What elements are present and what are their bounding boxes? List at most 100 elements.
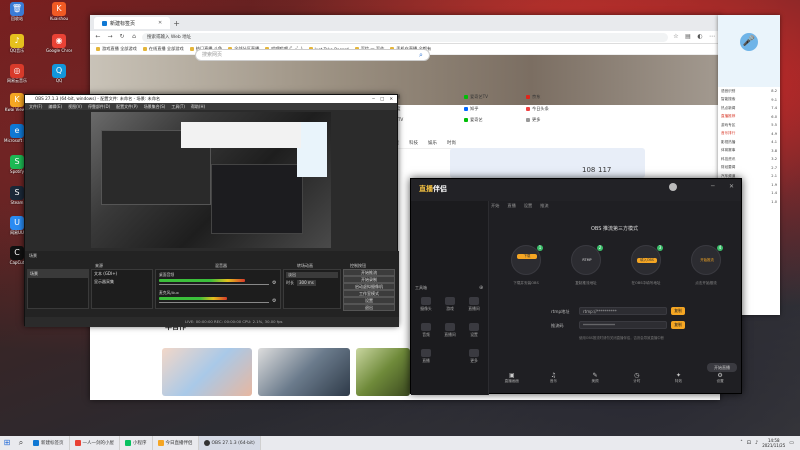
- clock[interactable]: 14:58 2021/11/25: [762, 438, 785, 448]
- sidebar-item[interactable]: 音频: [415, 323, 437, 338]
- menu-item[interactable]: 编辑(E): [48, 103, 62, 110]
- quick-link[interactable]: 知乎: [464, 106, 478, 112]
- news-tab[interactable]: 时尚: [447, 140, 456, 146]
- taskbar-item[interactable]: 一人一剑的小屋: [70, 436, 120, 450]
- studio-mode-button[interactable]: 工作室模式: [343, 290, 395, 297]
- desktop-icon[interactable]: Q QQ: [46, 64, 72, 92]
- sidebar-item[interactable]: 直播间: [439, 323, 461, 338]
- news-tab[interactable]: 科技: [409, 140, 418, 146]
- taskbar-item[interactable]: 小程序: [120, 436, 153, 450]
- avatar[interactable]: [669, 183, 677, 191]
- bookmark[interactable]: 在线直播 全部游戏: [142, 46, 184, 52]
- more-icon[interactable]: ⋯: [708, 33, 716, 41]
- source-item[interactable]: 显示器采集: [92, 278, 152, 286]
- collections-icon[interactable]: ▤: [684, 33, 692, 41]
- obs-preview[interactable]: [91, 112, 331, 248]
- copy-key-button[interactable]: 复制: [671, 321, 685, 329]
- menu-item[interactable]: 文件(F): [29, 103, 42, 110]
- mixer-settings-icon[interactable]: ⚙: [272, 298, 276, 304]
- step-pill[interactable]: 填入OBS: [637, 258, 657, 263]
- step-pill[interactable]: 下载: [517, 254, 537, 259]
- list-item[interactable]: 财经要闻 2.7: [718, 164, 780, 173]
- tool-button[interactable]: ✦ 特效: [668, 372, 688, 384]
- close-icon[interactable]: ✕: [729, 183, 734, 190]
- list-item[interactable]: 科技资讯 3.2: [718, 155, 780, 164]
- bookmark[interactable]: 游戏直播 全部游戏: [96, 46, 137, 52]
- start-recording-button[interactable]: 开始录制: [343, 276, 395, 283]
- companion-tab[interactable]: 直播: [507, 203, 515, 209]
- duration-input[interactable]: 300 ms: [297, 280, 316, 286]
- menu-item[interactable]: 工具(T): [171, 103, 185, 110]
- menu-item[interactable]: 配置文件(P): [116, 103, 138, 110]
- network-icon[interactable]: ⊡: [747, 440, 751, 446]
- tab-close-icon[interactable]: ✕: [158, 20, 162, 26]
- quick-link[interactable]: 爱奇艺: [464, 117, 483, 123]
- menu-item[interactable]: 停靠部件(D): [88, 103, 110, 110]
- volume-slider[interactable]: [159, 302, 269, 303]
- list-item[interactable]: 热点新闻 7.4: [718, 104, 780, 113]
- close-icon[interactable]: ✕: [389, 96, 393, 101]
- weather-card[interactable]: 108 117: [450, 148, 645, 178]
- start-menu-icon[interactable]: ⊞: [0, 436, 14, 450]
- list-item[interactable]: 智能搜索 9.1: [718, 96, 780, 105]
- quick-link[interactable]: 更多: [526, 117, 540, 123]
- feed-thumbnail[interactable]: [356, 348, 410, 396]
- desktop-icon[interactable]: ◉Google Chrome: [46, 34, 72, 62]
- quick-link[interactable]: 爱奇艺TV: [464, 94, 488, 100]
- minimize-icon[interactable]: ─: [372, 96, 375, 101]
- menu-item[interactable]: 帮助(H): [191, 103, 205, 110]
- source-item[interactable]: 文本 (GDI+): [92, 270, 152, 278]
- tool-button[interactable]: ◷ 计时: [627, 372, 647, 384]
- search-icon[interactable]: ⌕: [14, 436, 28, 450]
- companion-tab[interactable]: 设置: [524, 203, 532, 209]
- profile-icon[interactable]: ◐: [696, 33, 704, 41]
- taskbar-item[interactable]: OBS 27.1.3 (64-bit): [198, 436, 261, 450]
- stream-url-field[interactable]: rtmp://**********: [579, 307, 667, 315]
- desktop-icon[interactable]: 🗑 回收站: [4, 2, 30, 30]
- list-item[interactable]: 体育赛事 3.8: [718, 147, 780, 156]
- volume-icon[interactable]: ♪: [755, 440, 758, 446]
- tray-overflow-icon[interactable]: ˄: [740, 440, 743, 446]
- start-live-button[interactable]: 开始直播: [707, 363, 737, 372]
- tool-button[interactable]: ✎ 美颜: [585, 372, 605, 384]
- sidebar-item[interactable]: 摄像头: [415, 297, 437, 312]
- newtab-search-input[interactable]: 搜索网页: [195, 49, 430, 61]
- transition-select[interactable]: 淡出: [286, 272, 338, 278]
- list-item[interactable]: 语音识别 8.2: [718, 87, 780, 96]
- favorites-icon[interactable]: ☆: [672, 33, 680, 41]
- maximize-icon[interactable]: □: [380, 96, 384, 101]
- list-item[interactable]: 直播推荐 6.0: [718, 113, 780, 122]
- sidebar-item[interactable]: 直播: [415, 349, 437, 364]
- sidebar-item[interactable]: 更多: [463, 349, 485, 364]
- exit-button[interactable]: 退出: [343, 304, 395, 311]
- mixer-settings-icon[interactable]: ⚙: [272, 280, 276, 286]
- news-tab[interactable]: 娱乐: [428, 140, 437, 146]
- new-tab-icon[interactable]: +: [173, 19, 180, 28]
- virtual-camera-button[interactable]: 启动虚拟摄像机: [343, 283, 395, 290]
- home-icon[interactable]: ⌂: [130, 33, 138, 41]
- feed-thumbnail[interactable]: [258, 348, 350, 396]
- sidebar-item[interactable]: 直播间: [463, 297, 485, 312]
- microphone-icon[interactable]: 🎤: [740, 33, 758, 51]
- feed-thumbnail[interactable]: [162, 348, 252, 396]
- settings-button[interactable]: 设置: [343, 297, 395, 304]
- quick-link[interactable]: 今日头条: [526, 106, 549, 112]
- forward-icon[interactable]: →: [106, 33, 114, 41]
- minimize-icon[interactable]: ─: [711, 183, 715, 190]
- volume-slider[interactable]: [159, 284, 269, 285]
- search-icon[interactable]: ⌕: [412, 49, 430, 61]
- menu-item[interactable]: 场景集合(S): [144, 103, 166, 110]
- taskbar-item[interactable]: 今日直播伴侣: [153, 436, 199, 450]
- desktop-icon[interactable]: ♪ QQ音乐: [4, 34, 30, 62]
- sidebar-add-icon[interactable]: ⊕: [479, 285, 483, 291]
- scene-item[interactable]: 场景: [28, 270, 88, 278]
- tool-button[interactable]: ♫ 音乐: [543, 372, 563, 384]
- back-icon[interactable]: ←: [94, 33, 102, 41]
- sidebar-item[interactable]: 设置: [463, 323, 485, 338]
- list-item[interactable]: 游戏专区 5.5: [718, 121, 780, 130]
- menu-item[interactable]: 视图(V): [68, 103, 82, 110]
- refresh-icon[interactable]: ↻: [118, 33, 126, 41]
- companion-tab[interactable]: 开始: [491, 203, 499, 209]
- desktop-icon[interactable]: ◎ 网易云音乐: [4, 64, 30, 92]
- copy-url-button[interactable]: 复制: [671, 307, 685, 315]
